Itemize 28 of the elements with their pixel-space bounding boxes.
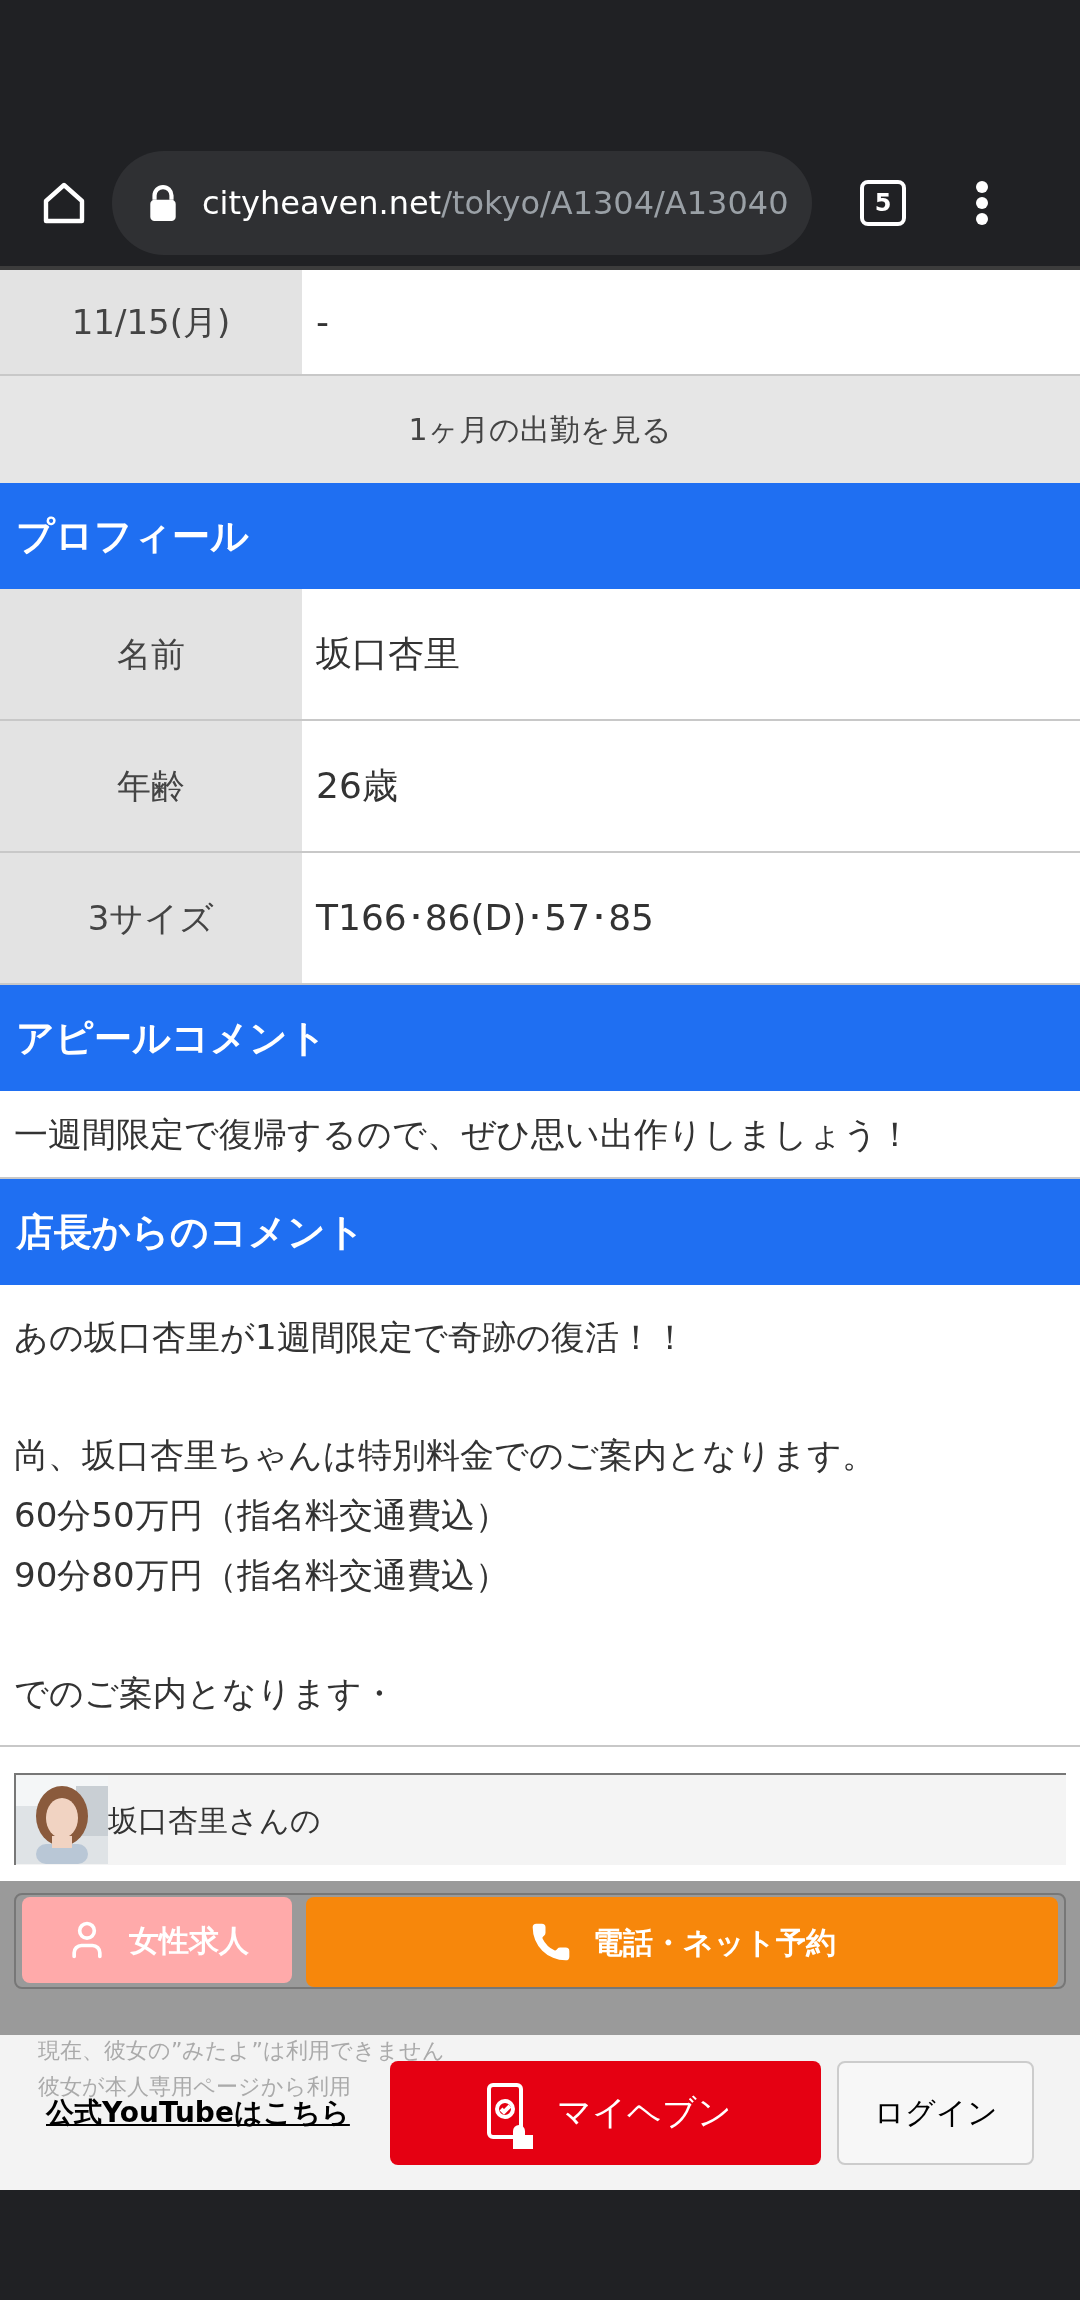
row-value: 26歳 xyxy=(302,721,1080,851)
url-bar[interactable]: cityheaven.net/tokyo/A1304/A13040 xyxy=(112,151,812,255)
row-label: 3サイズ xyxy=(0,853,302,983)
my-heaven-button[interactable]: マイヘブン xyxy=(389,2060,822,2165)
login-button[interactable]: ログイン xyxy=(837,2060,1034,2165)
section-header: プロフィール xyxy=(0,483,1080,589)
comment-line: 尚、坂口杏里ちゃんは特別料金でのご案内となります。 xyxy=(14,1434,877,1477)
url-text: cityheaven.net/tokyo/A1304/A13040 xyxy=(202,183,789,224)
row-value: - xyxy=(302,270,1080,374)
row-label: 11/15(月) xyxy=(0,270,302,374)
menu-icon[interactable] xyxy=(974,179,990,227)
row-label: 年齢 xyxy=(0,721,302,851)
comment-line: 90分80万円（指名料交通費込） xyxy=(14,1554,510,1597)
lock-icon xyxy=(148,185,178,221)
row-label: 名前 xyxy=(0,589,302,719)
comment-line: でのご案内となります・ xyxy=(14,1672,397,1715)
section-header: 店長からのコメント xyxy=(0,1179,1080,1285)
row-value: T166･86(D)･57･85 xyxy=(302,853,1080,983)
diary-card[interactable]: 坂口杏里さんの xyxy=(14,1773,1066,1865)
comment-line: あの坂口杏里が1週間限定で奇跡の復活！！ xyxy=(14,1316,688,1359)
notice-text: 彼女が本人専用ページから利用 xyxy=(38,2073,352,2099)
comment-line: 60分50万円（指名料交通費込） xyxy=(14,1494,510,1537)
card-text: 坂口杏里さんの xyxy=(108,1801,321,1840)
monthly-schedule-link[interactable]: 1ヶ月の出勤を見る xyxy=(0,376,1080,483)
row-value: 坂口杏里 xyxy=(302,589,1080,719)
tab-count[interactable]: 5 xyxy=(860,180,906,226)
section-header: アピールコメント xyxy=(0,985,1080,1091)
appeal-text: 一週間限定で復帰するので、ぜひ思い出作りしましょう！ xyxy=(0,1091,1080,1179)
